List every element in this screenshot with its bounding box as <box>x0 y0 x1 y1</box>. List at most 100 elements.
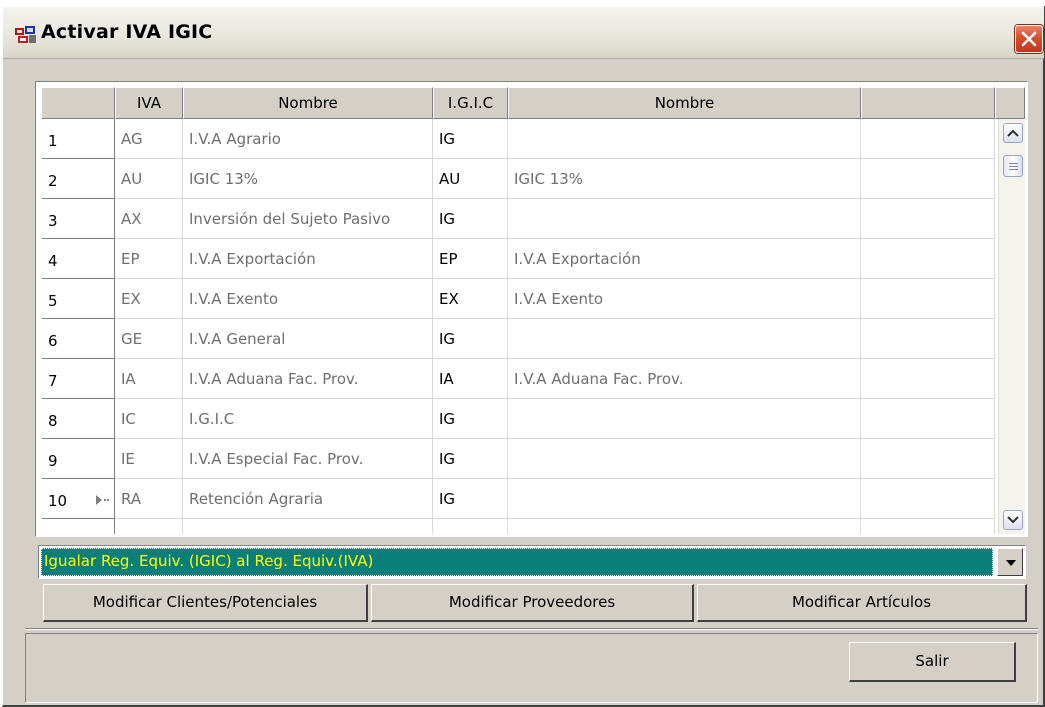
cell-igic[interactable]: IG <box>433 399 508 439</box>
header-nombre[interactable]: Nombre <box>183 87 433 119</box>
row-number[interactable]: 8 <box>41 399 115 439</box>
cell-igic[interactable]: EP <box>433 239 508 279</box>
cell-nombre-igic[interactable]: I.V.A Exento <box>508 279 861 319</box>
cell-igic[interactable]: EX <box>433 279 508 319</box>
cell-extra[interactable] <box>861 399 995 439</box>
cell-nombre[interactable]: IGIC 13% <box>183 159 433 199</box>
vertical-scrollbar[interactable] <box>998 119 1025 534</box>
cell-nombre-igic[interactable] <box>508 519 861 534</box>
cell-nombre[interactable]: I.V.A Especial Fac. Prov. <box>183 439 433 479</box>
cell-igic[interactable]: IA <box>433 359 508 399</box>
cell-iva[interactable]: IA <box>115 359 183 399</box>
cell-extra[interactable] <box>861 319 995 359</box>
modify-suppliers-button[interactable]: Modificar Proveedores <box>371 584 694 622</box>
cell-nombre-igic[interactable] <box>508 399 861 439</box>
title-bar[interactable]: Activar IVA IGIC <box>3 7 1044 59</box>
cell-nombre[interactable]: I.V.A General <box>183 319 433 359</box>
cell-nombre[interactable]: I.V.A Exento <box>183 279 433 319</box>
cell-nombre[interactable]: Inversión del Sujeto Pasivo <box>183 199 433 239</box>
cell-igic[interactable] <box>433 519 508 534</box>
row-number[interactable]: 4 <box>41 239 115 279</box>
close-button[interactable] <box>1015 25 1043 53</box>
row-number[interactable]: 7 <box>41 359 115 399</box>
table-row[interactable]: 1 AG I.V.A Agrario IG <box>41 119 995 159</box>
cell-extra[interactable] <box>861 479 995 519</box>
header-iva[interactable]: IVA <box>115 87 183 119</box>
cell-extra[interactable] <box>861 439 995 479</box>
table-row[interactable]: 8 IC I.G.I.C IG <box>41 399 995 439</box>
action-combobox-value[interactable]: Igualar Reg. Equiv. (IGIC) al Reg. Equiv… <box>41 548 993 576</box>
combo-dropdown-button[interactable] <box>997 548 1023 576</box>
action-combobox[interactable]: Igualar Reg. Equiv. (IGIC) al Reg. Equiv… <box>38 545 1026 579</box>
cell-iva[interactable]: RA <box>115 479 183 519</box>
table-row[interactable]: 5 EX I.V.A Exento EX I.V.A Exento <box>41 279 995 319</box>
cell-iva[interactable]: AU <box>115 159 183 199</box>
cell-iva[interactable]: IC <box>115 399 183 439</box>
scroll-up-button[interactable] <box>1003 123 1023 143</box>
cell-iva[interactable]: EP <box>115 239 183 279</box>
header-igic[interactable]: I.G.I.C <box>433 87 508 119</box>
row-number[interactable]: 1 <box>41 119 115 159</box>
cell-nombre[interactable]: Retención Agraria <box>183 479 433 519</box>
table-row[interactable]: 7 IA I.V.A Aduana Fac. Prov. IA I.V.A Ad… <box>41 359 995 399</box>
cell-extra[interactable] <box>861 279 995 319</box>
dropdown-arrow-icon <box>1006 560 1016 566</box>
cell-extra[interactable] <box>861 519 995 534</box>
cell-igic[interactable]: IG <box>433 199 508 239</box>
cell-extra[interactable] <box>861 239 995 279</box>
row-number[interactable]: 6 <box>41 319 115 359</box>
cell-extra[interactable] <box>861 199 995 239</box>
row-number[interactable] <box>41 519 115 534</box>
cell-iva[interactable]: EX <box>115 279 183 319</box>
cell-nombre-igic[interactable]: I.V.A Aduana Fac. Prov. <box>508 359 861 399</box>
cell-iva[interactable]: AX <box>115 199 183 239</box>
table-row-current[interactable]: 10 RA Retención Agraria IG <box>41 479 995 519</box>
cell-nombre-igic[interactable]: I.V.A Exportación <box>508 239 861 279</box>
cell-igic[interactable]: AU <box>433 159 508 199</box>
cell-nombre[interactable]: I.V.A Aduana Fac. Prov. <box>183 359 433 399</box>
cell-extra[interactable] <box>861 359 995 399</box>
cell-iva[interactable]: AG <box>115 119 183 159</box>
table-row[interactable]: 2 AU IGIC 13% AU IGIC 13% <box>41 159 995 199</box>
cell-extra[interactable] <box>861 119 995 159</box>
vat-grid[interactable]: IVA Nombre I.G.I.C Nombre 1 AG I.V.A Agr… <box>41 87 1025 534</box>
cell-iva[interactable]: GE <box>115 319 183 359</box>
vat-grid-panel: IVA Nombre I.G.I.C Nombre 1 AG I.V.A Agr… <box>35 81 1028 537</box>
cell-nombre[interactable]: I.V.A Exportación <box>183 239 433 279</box>
cell-nombre-igic[interactable] <box>508 479 861 519</box>
cell-iva[interactable]: IE <box>115 439 183 479</box>
cell-nombre[interactable]: I.V.A Agrario <box>183 119 433 159</box>
app-icon <box>15 26 37 44</box>
cell-nombre[interactable] <box>183 519 433 534</box>
row-number[interactable]: 5 <box>41 279 115 319</box>
header-extra[interactable] <box>861 87 995 119</box>
cell-nombre-igic[interactable] <box>508 199 861 239</box>
scroll-down-button[interactable] <box>1003 510 1023 530</box>
table-row[interactable]: 3 AX Inversión del Sujeto Pasivo IG <box>41 199 995 239</box>
cell-nombre-igic[interactable] <box>508 439 861 479</box>
header-nombre-igic[interactable]: Nombre <box>508 87 861 119</box>
modify-articles-button[interactable]: Modificar Artículos <box>697 584 1027 622</box>
table-row[interactable]: 4 EP I.V.A Exportación EP I.V.A Exportac… <box>41 239 995 279</box>
scroll-thumb[interactable] <box>1003 155 1023 177</box>
row-number[interactable]: 9 <box>41 439 115 479</box>
table-row[interactable]: 9 IE I.V.A Especial Fac. Prov. IG <box>41 439 995 479</box>
row-number[interactable]: 2 <box>41 159 115 199</box>
cell-nombre-igic[interactable] <box>508 119 861 159</box>
cell-igic[interactable]: IG <box>433 319 508 359</box>
cell-nombre-igic[interactable]: IGIC 13% <box>508 159 861 199</box>
exit-button[interactable]: Salir <box>849 642 1016 682</box>
cell-igic[interactable]: IG <box>433 479 508 519</box>
modify-clients-button[interactable]: Modificar Clientes/Potenciales <box>43 584 368 622</box>
cell-iva[interactable] <box>115 519 183 534</box>
cell-igic[interactable]: IG <box>433 119 508 159</box>
cell-igic[interactable]: IG <box>433 439 508 479</box>
row-number[interactable]: 3 <box>41 199 115 239</box>
row-number[interactable]: 10 <box>41 479 115 519</box>
table-row[interactable]: 6 GE I.V.A General IG <box>41 319 995 359</box>
cell-extra[interactable] <box>861 159 995 199</box>
cell-nombre[interactable]: I.G.I.C <box>183 399 433 439</box>
cell-nombre-igic[interactable] <box>508 319 861 359</box>
table-row-partial[interactable] <box>41 519 995 534</box>
row-pointer-icon <box>96 495 109 505</box>
